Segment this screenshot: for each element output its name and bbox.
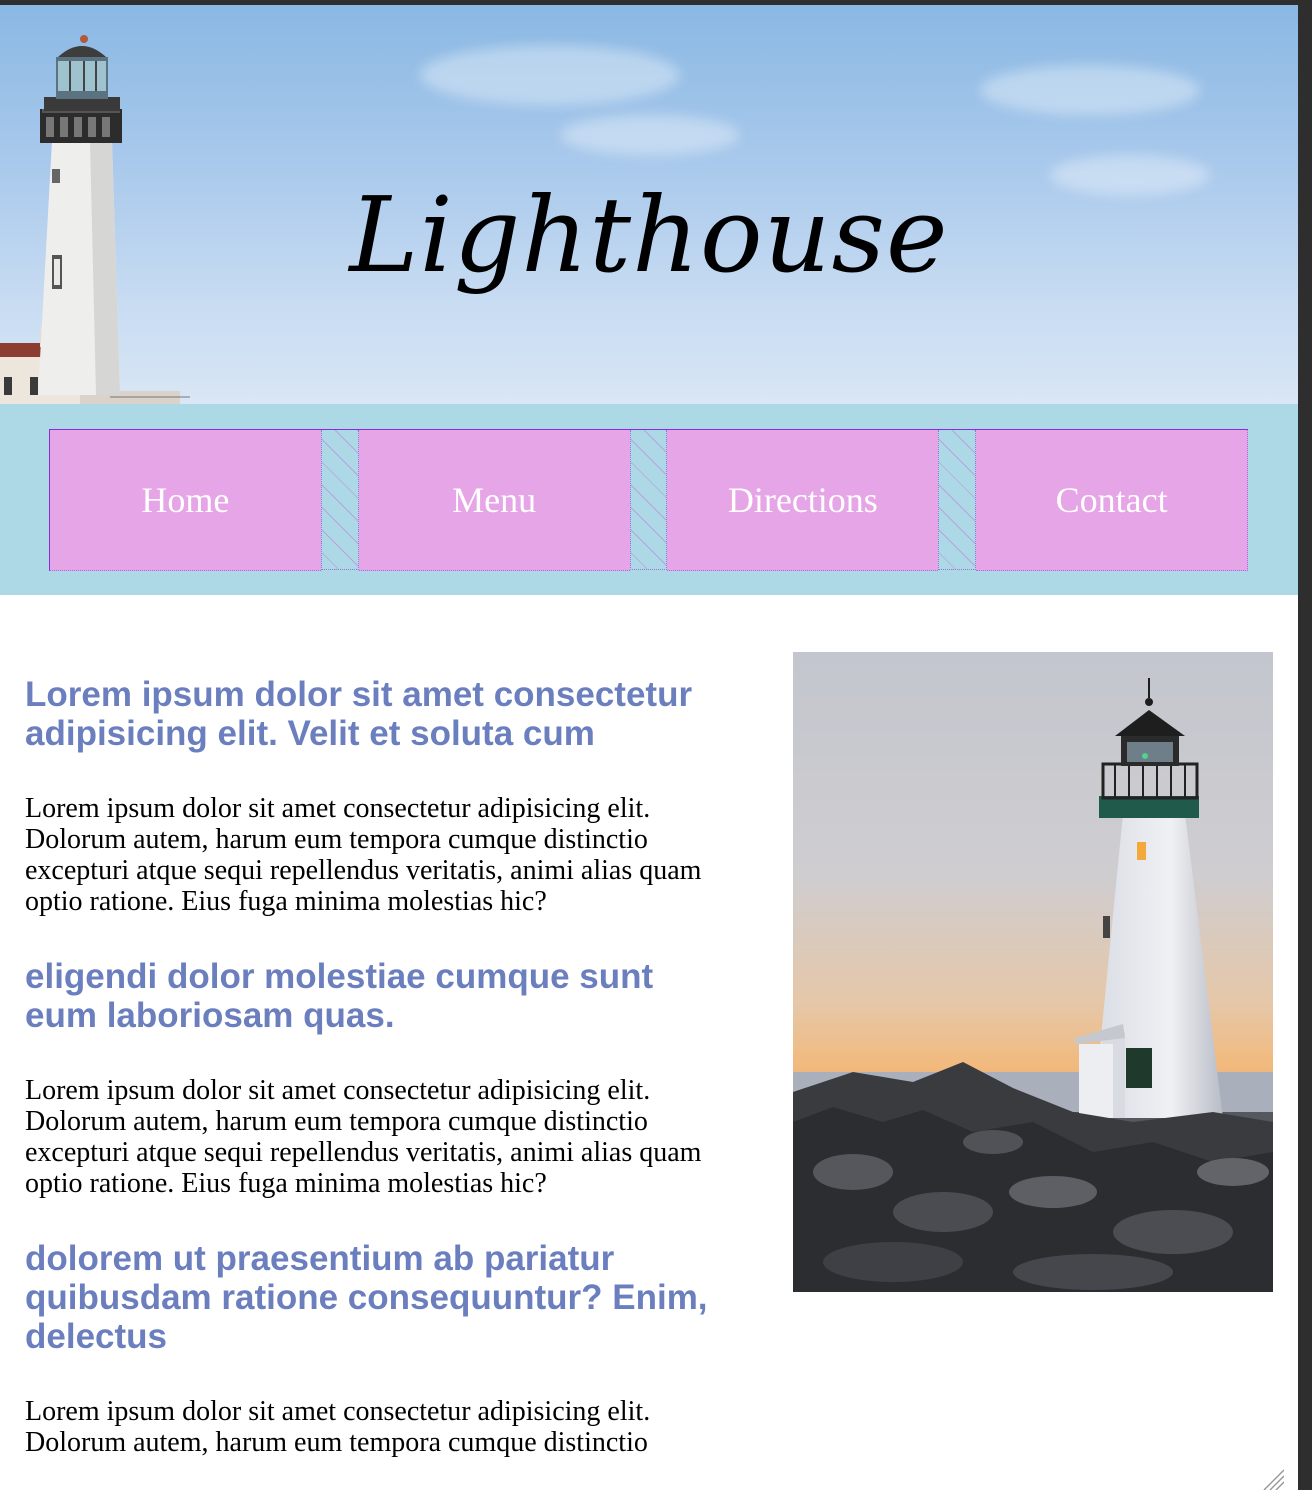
nav-menu: Home Menu Directions Contact [49,429,1248,571]
resize-grip-icon[interactable] [1260,1466,1284,1490]
cloud [420,45,680,105]
nav-item-menu[interactable]: Menu [358,430,630,571]
page: Lighthouse Home Menu Directions Contact … [0,5,1298,1490]
section-body: Lorem ipsum dolor sit amet consectetur a… [25,1396,651,1458]
nav-item-home[interactable]: Home [49,430,321,571]
section-body: Lorem ipsum dolor sit amet consectetur a… [25,1075,702,1199]
cloud [980,65,1200,115]
nav-bar: Home Menu Directions Contact [0,404,1298,595]
nav-divider [320,430,359,570]
nav-divider [629,430,668,570]
nav-item-directions[interactable]: Directions [667,430,939,571]
section-heading: dolorem ut praesentium ab pariatur quibu… [25,1239,708,1356]
nav-divider [938,430,977,570]
section-body: Lorem ipsum dolor sit amet consectetur a… [25,793,702,917]
nav-item-contact[interactable]: Contact [976,430,1248,571]
cloud [560,115,740,155]
main-content: Lorem ipsum dolor sit amet consectetur a… [0,595,1298,1490]
article: Lorem ipsum dolor sit amet consectetur a… [25,675,725,1490]
lighthouse-photo [793,652,1273,1292]
hero-header: Lighthouse [0,5,1298,404]
window-frame-right [1298,0,1312,1490]
section-heading: Lorem ipsum dolor sit amet consectetur a… [25,675,693,753]
section-heading: eligendi dolor molestiae cumque sunt eum… [25,957,654,1035]
site-title: Lighthouse [349,174,949,296]
